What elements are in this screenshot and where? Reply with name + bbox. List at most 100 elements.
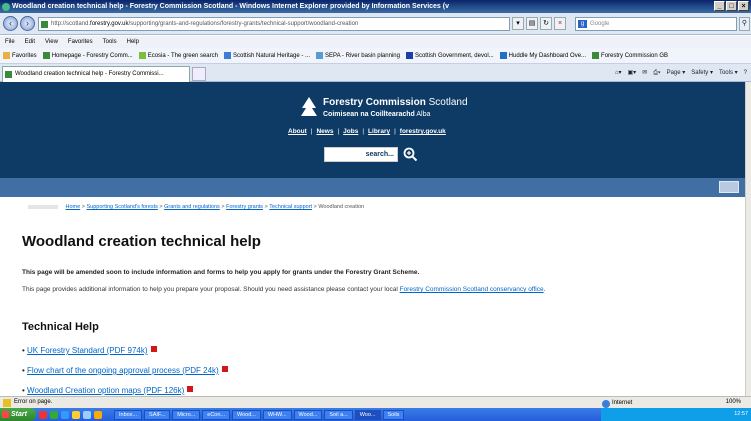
favorite-link[interactable]: Ecosia - The green search [138, 48, 218, 63]
taskbar-button[interactable]: SAIF... [144, 409, 171, 420]
nav-toggle-button[interactable] [719, 181, 739, 193]
navigation-bar [0, 178, 745, 197]
window-title-bar: Woodland creation technical help - Fores… [0, 0, 751, 13]
pdf-icon [221, 366, 228, 372]
search-go-icon[interactable]: ⚲ [739, 17, 750, 31]
site-name-region: Scotland [428, 97, 468, 108]
breadcrumb-technical-support[interactable]: Technical support [269, 204, 312, 210]
site-search-input[interactable]: search... [324, 147, 398, 162]
taskbar-button[interactable]: eCon... [202, 409, 231, 420]
google-icon: g [578, 20, 587, 28]
breadcrumb: Home > Supporting Scotland's forests > G… [28, 204, 364, 210]
safety-menu[interactable]: Safety ▾ [691, 67, 713, 79]
new-tab-button[interactable] [192, 67, 206, 81]
back-button[interactable]: ‹ [3, 16, 18, 31]
close-window-button[interactable]: × [738, 1, 749, 11]
taskbar-button[interactable]: Soil a... [324, 409, 353, 420]
nav-forestry-gov-uk[interactable]: forestry.gov.uk [400, 128, 446, 135]
address-toolbar: ‹ › http://scotland.forestry.gov.uk/supp… [0, 13, 751, 35]
taskbar-button-active[interactable]: Woo... [354, 409, 381, 420]
section-title: Technical Help [22, 321, 99, 333]
top-navigation: About | News | Jobs | Library | forestry.gov… [288, 128, 446, 135]
breadcrumb-current: Woodland creation [318, 204, 365, 210]
menu-view[interactable]: View [45, 36, 58, 48]
option-maps-link[interactable]: Woodland Creation option maps (PDF 126k) [27, 386, 184, 395]
breadcrumb-graphic [28, 204, 58, 209]
taskbar-button[interactable]: Micro... [172, 409, 201, 420]
warning-icon[interactable] [3, 399, 11, 407]
quicklaunch-icon[interactable] [61, 410, 69, 419]
address-dropdown-button[interactable]: ▾ [512, 17, 524, 30]
favorite-link[interactable]: Huddle My Dashboard Ove... [499, 48, 586, 63]
menu-edit[interactable]: Edit [25, 36, 35, 48]
home-icon[interactable]: ⌂▾ [615, 67, 622, 79]
taskbar-button[interactable]: Wood... [232, 409, 261, 420]
vertical-scrollbar[interactable] [745, 82, 751, 396]
page-menu[interactable]: Page ▾ [667, 67, 686, 79]
search-input[interactable]: g Google [575, 17, 737, 31]
tab-woodland-creation[interactable]: Woodland creation technical help - Fores… [2, 66, 190, 82]
zoom-level[interactable]: 100% [726, 397, 741, 408]
quicklaunch-icon[interactable] [50, 410, 58, 419]
flow-chart-link[interactable]: Flow chart of the ongoing approval proce… [27, 366, 219, 375]
favorite-link[interactable]: Scottish Natural Heritage - ... [223, 48, 310, 63]
uk-forestry-standard-link[interactable]: UK Forestry Standard (PDF 974k) [27, 346, 147, 355]
taskbar-button[interactable]: Inbox... [114, 409, 143, 420]
refresh-icon[interactable]: ↻ [540, 17, 552, 30]
breadcrumb-separator: > [264, 204, 268, 210]
menu-help[interactable]: Help [127, 36, 139, 48]
command-bar: ⌂▾ ▣▾ ✉ ⎙▾ Page ▾ Safety ▾ Tools ▾ ? [615, 67, 747, 79]
mail-icon[interactable]: ✉ [642, 67, 647, 79]
maximize-button[interactable]: □ [726, 1, 737, 11]
tools-menu[interactable]: Tools ▾ [719, 67, 738, 79]
compatibility-view-icon[interactable]: ▤ [526, 17, 538, 30]
taskbar-button[interactable]: Soils [382, 409, 405, 420]
magnifier-icon[interactable] [402, 146, 418, 162]
breadcrumb-home[interactable]: Home [66, 204, 81, 210]
system-tray: 12:57 [601, 408, 751, 421]
breadcrumb-supporting[interactable]: Supporting Scotland's forests [86, 204, 157, 210]
conservancy-office-link[interactable]: Forestry Commission Scotland conservancy… [400, 286, 544, 293]
window-title: Woodland creation technical help - Fores… [12, 3, 449, 10]
gaelic-region: Alba [416, 111, 431, 118]
stop-icon[interactable]: × [554, 17, 566, 30]
address-bar[interactable]: http://scotland.forestry.gov.uk/supporti… [38, 17, 510, 31]
site-icon [499, 52, 507, 59]
nav-news[interactable]: News [316, 128, 333, 135]
quicklaunch-icon[interactable] [83, 410, 91, 419]
breadcrumb-forestry-grants[interactable]: Forestry grants [226, 204, 263, 210]
taskbar-button[interactable]: Wood... [293, 409, 323, 420]
nav-jobs[interactable]: Jobs [343, 128, 358, 135]
favorite-link[interactable]: SEPA - River basin planning [316, 48, 400, 63]
favorite-label: Ecosia - The green search [147, 52, 218, 59]
breadcrumb-separator: > [81, 204, 85, 210]
favorites-button[interactable]: Favorites [3, 48, 37, 63]
breadcrumb-grants[interactable]: Grants and regulations [164, 204, 220, 210]
menu-file[interactable]: File [5, 36, 15, 48]
favorite-link[interactable]: Homepage - Forestry Comm... [42, 48, 133, 63]
gaelic-main: Coimisean na Coilltearachd [323, 111, 415, 118]
status-text[interactable]: Error on page. [14, 399, 52, 405]
feeds-icon[interactable]: ▣▾ [628, 67, 637, 79]
menu-tools[interactable]: Tools [103, 36, 117, 48]
quicklaunch-icon[interactable] [94, 410, 102, 419]
nav-library[interactable]: Library [368, 128, 390, 135]
site-icon [138, 52, 146, 59]
quicklaunch-icon[interactable] [72, 410, 80, 419]
favorite-link[interactable]: Forestry Commission GB [592, 48, 668, 63]
favorites-label: Favorites [12, 52, 37, 59]
favorite-link[interactable]: Scottish Government, devol... [405, 48, 494, 63]
minimize-button[interactable]: _ [714, 1, 725, 11]
clock[interactable]: 12:57 [734, 411, 748, 417]
forward-button[interactable]: › [20, 16, 35, 31]
menu-favorites[interactable]: Favorites [68, 36, 93, 48]
help-icon[interactable]: ? [744, 67, 747, 79]
forestry-commission-logo-icon [301, 97, 317, 116]
print-icon[interactable]: ⎙▾ [653, 67, 660, 79]
quicklaunch-icon[interactable] [39, 410, 47, 419]
breadcrumb-separator: > [313, 204, 317, 210]
nav-about[interactable]: About [288, 128, 307, 135]
tab-label: Woodland creation technical help - Fores… [15, 71, 164, 77]
start-button[interactable]: Start [0, 408, 36, 421]
taskbar-button[interactable]: WHW... [262, 409, 292, 420]
